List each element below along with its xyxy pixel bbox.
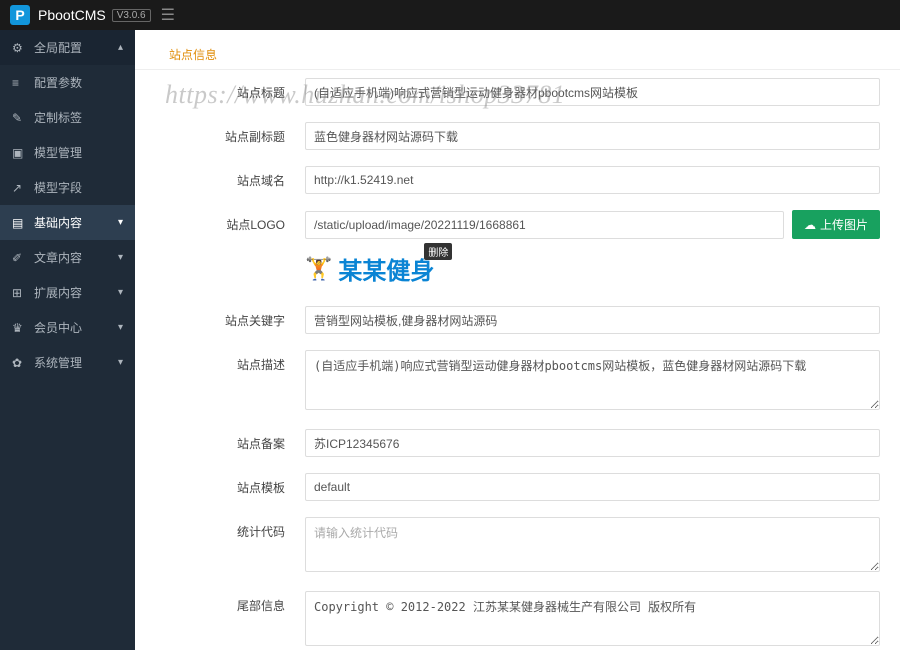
sidebar-item-label: 配置参数	[34, 74, 82, 91]
textarea-footer[interactable]	[305, 591, 880, 646]
sidebar-icon: ♛	[12, 321, 26, 335]
sidebar: ⚙ 全局配置 ▴ ≡ 配置参数 ✎ 定制标签 ▣ 模型管理 ↗ 模型字段 ▤ 基础内容 ▾ ✐ 文章内容 ▾ ⊞ 扩…	[0, 30, 135, 650]
main-content: https://www.huzhan.com/ishop33781 站点信息 站…	[135, 30, 900, 650]
label-description: 站点描述	[155, 350, 305, 373]
label-footer: 尾部信息	[155, 591, 305, 614]
sidebar-item-5[interactable]: ▤ 基础内容 ▾	[0, 205, 135, 240]
sidebar-item-label: 全局配置	[34, 39, 82, 56]
brand-name: PbootCMS	[38, 7, 106, 23]
sidebar-item-3[interactable]: ▣ 模型管理	[0, 135, 135, 170]
input-template[interactable]	[305, 473, 880, 501]
sidebar-item-7[interactable]: ⊞ 扩展内容 ▾	[0, 275, 135, 310]
sidebar-icon: ✎	[12, 111, 26, 125]
input-site-logo[interactable]	[305, 211, 784, 239]
chevron-icon: ▾	[118, 252, 123, 263]
chevron-icon: ▾	[118, 287, 123, 298]
logo-preview-image: 🏋️ 某某健身	[305, 247, 434, 290]
sidebar-item-label: 系统管理	[34, 354, 82, 371]
sidebar-icon: ▣	[12, 146, 26, 160]
textarea-stats[interactable]	[305, 517, 880, 572]
sidebar-item-label: 模型字段	[34, 179, 82, 196]
tab-bar: 站点信息	[135, 30, 900, 70]
input-site-subtitle[interactable]	[305, 122, 880, 150]
logo-preview-text: 某某健身	[338, 251, 434, 286]
sidebar-item-label: 会员中心	[34, 319, 82, 336]
sidebar-item-label: 文章内容	[34, 249, 82, 266]
sidebar-icon: ✿	[12, 356, 26, 370]
upload-button-label: 上传图片	[820, 216, 868, 233]
sidebar-icon: ▤	[12, 216, 26, 230]
chevron-icon: ▾	[118, 217, 123, 228]
sidebar-icon: ≡	[12, 76, 26, 90]
label-site-logo: 站点LOGO	[155, 210, 305, 233]
upload-button[interactable]: ☁ 上传图片	[792, 210, 880, 239]
version-badge: V3.0.6	[112, 9, 151, 22]
label-stats: 统计代码	[155, 517, 305, 540]
top-header: P PbootCMS V3.0.6 ☰	[0, 0, 900, 30]
brand-logo-icon: P	[10, 5, 30, 25]
chevron-icon: ▾	[118, 322, 123, 333]
sidebar-item-label: 模型管理	[34, 144, 82, 161]
sidebar-item-6[interactable]: ✐ 文章内容 ▾	[0, 240, 135, 275]
input-site-domain[interactable]	[305, 166, 880, 194]
label-site-domain: 站点域名	[155, 166, 305, 189]
input-icp[interactable]	[305, 429, 880, 457]
sidebar-item-9[interactable]: ✿ 系统管理 ▾	[0, 345, 135, 380]
sidebar-icon: ⊞	[12, 286, 26, 300]
textarea-description[interactable]	[305, 350, 880, 410]
menu-toggle-icon[interactable]: ☰	[161, 5, 175, 25]
sidebar-item-label: 扩展内容	[34, 284, 82, 301]
cloud-upload-icon: ☁	[804, 218, 816, 232]
sidebar-item-0[interactable]: ⚙ 全局配置 ▴	[0, 30, 135, 65]
delete-logo-button[interactable]: 删除	[424, 243, 452, 260]
input-site-title[interactable]	[305, 78, 880, 106]
chevron-icon: ▾	[118, 357, 123, 368]
sidebar-item-1[interactable]: ≡ 配置参数	[0, 65, 135, 100]
logo-preview: 🏋️ 某某健身 删除	[305, 247, 434, 290]
input-keywords[interactable]	[305, 306, 880, 334]
label-keywords: 站点关键字	[155, 306, 305, 329]
label-icp: 站点备案	[155, 429, 305, 452]
sidebar-item-label: 基础内容	[34, 214, 82, 231]
gym-icon: 🏋️	[305, 256, 332, 282]
label-template: 站点模板	[155, 473, 305, 496]
sidebar-item-2[interactable]: ✎ 定制标签	[0, 100, 135, 135]
sidebar-item-4[interactable]: ↗ 模型字段	[0, 170, 135, 205]
chevron-icon: ▴	[118, 42, 123, 53]
sidebar-icon: ⚙	[12, 41, 26, 55]
sidebar-icon: ↗	[12, 181, 26, 195]
label-site-subtitle: 站点副标题	[155, 122, 305, 145]
tab-site-info[interactable]: 站点信息	[155, 40, 231, 69]
sidebar-item-label: 定制标签	[34, 109, 82, 126]
sidebar-icon: ✐	[12, 251, 26, 265]
sidebar-item-8[interactable]: ♛ 会员中心 ▾	[0, 310, 135, 345]
label-site-title: 站点标题	[155, 78, 305, 101]
